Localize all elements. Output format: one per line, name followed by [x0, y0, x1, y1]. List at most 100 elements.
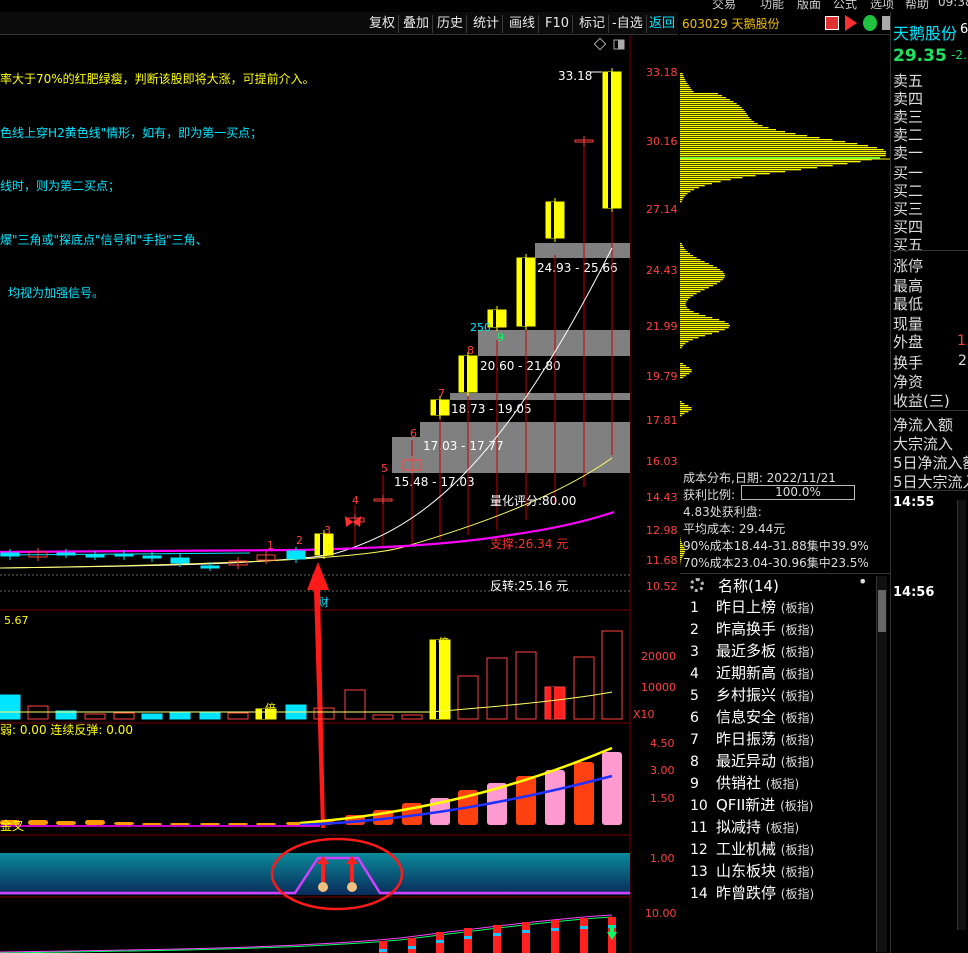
- sector-item[interactable]: 9 供销社 (板指): [690, 772, 799, 793]
- price-tick-label: 19.79: [646, 370, 678, 383]
- menu-options[interactable]: 选项: [870, 0, 894, 12]
- menu-layout[interactable]: 版面: [797, 0, 821, 12]
- strategy-note: 线时，则为第二买点；: [0, 179, 121, 193]
- restore-rights-button[interactable]: 复权: [366, 15, 400, 33]
- history-button[interactable]: 历史: [434, 15, 468, 33]
- sector-item[interactable]: 5 乡村振兴 (板指): [690, 684, 814, 705]
- f10-button[interactable]: F10: [542, 15, 574, 33]
- candle-stripe: [464, 356, 467, 392]
- sector-scrollbar[interactable]: [876, 576, 887, 952]
- volume-bar: [84, 713, 106, 720]
- cost-bar: [680, 301, 687, 303]
- watchlist-button[interactable]: -自选: [609, 15, 647, 33]
- sector-item[interactable]: 6 信息安全 (板指): [690, 706, 814, 727]
- cost-bar: [680, 171, 786, 173]
- menu-formula[interactable]: 公式: [833, 0, 857, 12]
- mark-button[interactable]: 标记: [576, 15, 610, 33]
- sector-num: 1: [690, 600, 699, 616]
- sector-item[interactable]: 14 昨曾跌停 (板指): [690, 882, 814, 903]
- menu-help[interactable]: 帮助: [905, 0, 929, 12]
- sector-num: 11: [690, 820, 708, 836]
- cost-bar: [680, 297, 691, 299]
- volume-bars: [0, 630, 623, 720]
- strategy-note: 爆"三角或"探底点"信号和"手指"三角、: [0, 233, 208, 247]
- cost-bar: [680, 561, 681, 563]
- profit-ratio-box: 100.0%: [741, 485, 855, 500]
- macd-tick-label: 3.00: [650, 764, 675, 777]
- cost-bar: [680, 325, 731, 327]
- cost-bar: [680, 255, 694, 257]
- candle-body: [85, 554, 105, 558]
- gear-icon[interactable]: [690, 578, 704, 592]
- cost-bar: [680, 143, 858, 145]
- macd-bar: [545, 770, 565, 825]
- cost-70: 70%成本23.04-30.96集中23.5%: [683, 556, 869, 570]
- menu-trade[interactable]: 交易: [712, 0, 736, 12]
- sector-item[interactable]: 8 最近异动 (板指): [690, 750, 814, 771]
- cost-bar: [680, 275, 725, 277]
- divider: [890, 250, 968, 251]
- draw-line-button[interactable]: 画线: [506, 15, 540, 33]
- cost-bar: [680, 411, 689, 413]
- dot-icon: •: [858, 572, 868, 591]
- cost-bar: [680, 305, 686, 307]
- sector-num: 8: [690, 754, 699, 770]
- macd-bar: [28, 820, 48, 825]
- statistics-button[interactable]: 统计: [470, 15, 504, 33]
- cost-bar: [680, 161, 861, 163]
- sector-num: 2: [690, 622, 699, 638]
- doc-icon[interactable]: [882, 16, 890, 30]
- quote-label: 净流入额: [893, 416, 954, 434]
- sector-item[interactable]: 1 昨日上榜 (板指): [690, 596, 814, 617]
- sector-header[interactable]: 名称(14): [718, 575, 779, 596]
- toolbar-icon[interactable]: [825, 16, 839, 30]
- bottom-bar-mark: [580, 926, 588, 929]
- volume-bar: [429, 639, 451, 720]
- back-button[interactable]: 返回: [646, 15, 678, 33]
- menu-function[interactable]: 功能: [760, 0, 784, 12]
- macd-bar: [85, 820, 105, 825]
- cost-bar: [680, 105, 740, 107]
- time-1: 14:55: [893, 495, 935, 510]
- sector-item[interactable]: 12 工业机械 (板指): [690, 838, 814, 859]
- sector-item[interactable]: 4 近期新高 (板指): [690, 662, 814, 683]
- candlestick-chart[interactable]: 33.18 30.16 27.14 24.43 21.99 19.79 17.81 16.03…: [0, 35, 680, 953]
- cost-90: 90%成本18.44-31.88集中39.9%: [683, 539, 869, 553]
- sector-item[interactable]: 7 昨日振荡 (板指): [690, 728, 814, 749]
- cost-bar: [680, 199, 683, 201]
- macd-axis: 4.50 3.00 1.50: [650, 737, 675, 805]
- sector-item[interactable]: 13 山东板块 (板指): [690, 860, 814, 881]
- sector-num: 10: [690, 798, 708, 814]
- sector-item[interactable]: 10 QFII新进 (板指): [690, 794, 813, 815]
- band-axis: 1.00: [650, 852, 675, 865]
- sector-name: 信息安全: [716, 708, 777, 726]
- reversal-label: 反转:25.16 元: [490, 578, 568, 593]
- sector-num: 5: [690, 688, 699, 704]
- bottom-bar-mark: [551, 928, 559, 931]
- volume-bar: [544, 686, 566, 720]
- sector-item[interactable]: 11 拟减持 (板指): [690, 816, 799, 837]
- sector-item[interactable]: 3 最近多板 (板指): [690, 640, 814, 661]
- price-tick-label: 10.52: [646, 580, 678, 593]
- flag-icon[interactable]: [845, 15, 857, 31]
- cost-bar: [680, 299, 689, 301]
- chart-corner-icons[interactable]: [593, 37, 625, 51]
- globe-icon[interactable]: [863, 15, 877, 31]
- quote-label: 大宗流入: [893, 435, 954, 453]
- sector-tag: (板指): [780, 601, 815, 615]
- bottom-bar: [493, 925, 501, 953]
- volume-bar: [113, 712, 135, 720]
- avg-cost: 平均成本: 29.44元: [683, 522, 786, 536]
- overlay-button[interactable]: 叠加: [400, 15, 434, 33]
- volume-bar: [372, 714, 394, 720]
- sector-name: 昨日上榜: [716, 598, 777, 616]
- price-tick-label: 16.03: [646, 455, 678, 468]
- waipan-value: 1: [957, 333, 966, 349]
- cost-bar: [680, 321, 725, 323]
- cost-bar: [680, 167, 818, 169]
- sector-item[interactable]: 2 昨高换手 (板指): [690, 618, 814, 639]
- sector-num: 4: [690, 666, 699, 682]
- volume-stripe: [551, 687, 554, 719]
- sector-name: 山东板块: [716, 862, 777, 880]
- quote-scrollbar[interactable]: [957, 500, 966, 930]
